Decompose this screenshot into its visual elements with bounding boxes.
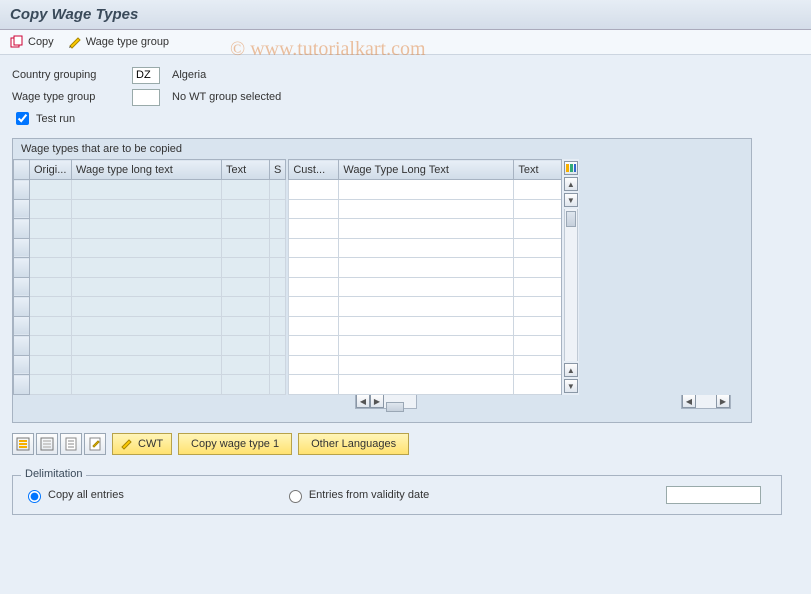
row-selector[interactable]: [14, 297, 30, 317]
toolbar: Copy Wage type group: [0, 30, 811, 55]
scroll-up-2-icon[interactable]: ▲: [564, 363, 578, 377]
country-grouping-label: Country grouping: [12, 69, 132, 81]
table-row[interactable]: [14, 219, 286, 239]
table-row[interactable]: [289, 258, 562, 278]
horizontal-scrollbar-right[interactable]: ◀ ▶: [681, 393, 731, 409]
table-row[interactable]: [14, 297, 286, 317]
validity-date-input[interactable]: [666, 486, 761, 504]
pencil-icon: [121, 438, 133, 450]
edit-page-button[interactable]: [84, 433, 106, 455]
row-selector[interactable]: [14, 180, 30, 200]
copy-wage-type-1-button[interactable]: Copy wage type 1: [178, 433, 292, 455]
hscroll-left-2-icon[interactable]: ◀: [682, 394, 696, 408]
table-row[interactable]: [289, 238, 562, 258]
table-caption: Wage types that are to be copied: [13, 139, 751, 159]
horizontal-scroll-row: ◀ ▶ ◀ ▶: [13, 393, 751, 411]
table-row[interactable]: [14, 180, 286, 200]
page-button[interactable]: [60, 433, 82, 455]
col-text[interactable]: Text: [222, 160, 270, 180]
col-cust[interactable]: Cust...: [289, 160, 339, 180]
table-row[interactable]: [289, 375, 562, 395]
row-selector[interactable]: [14, 336, 30, 356]
hscroll-left-icon[interactable]: ◀: [356, 394, 370, 408]
hscroll-right-icon[interactable]: ▶: [370, 394, 384, 408]
test-run-checkbox[interactable]: [16, 112, 29, 125]
copy-icon: [10, 35, 24, 49]
cwt-button-label: CWT: [138, 438, 163, 450]
table-row[interactable]: [14, 238, 286, 258]
pencil-icon: [68, 35, 82, 49]
table-row[interactable]: [289, 180, 562, 200]
delimitation-legend: Delimitation: [21, 468, 86, 480]
country-name-readout: Algeria: [172, 69, 206, 81]
copy-button[interactable]: Copy: [10, 35, 54, 49]
table-frame: Wage types that are to be copied Origi..…: [12, 138, 752, 423]
table-row[interactable]: [289, 355, 562, 375]
row-selector[interactable]: [14, 316, 30, 336]
col-s[interactable]: S: [270, 160, 286, 180]
row-selector[interactable]: [14, 258, 30, 278]
row-selector[interactable]: [14, 199, 30, 219]
copy-wage-type-1-label: Copy wage type 1: [191, 438, 279, 450]
table-row[interactable]: [289, 277, 562, 297]
table-row[interactable]: [14, 258, 286, 278]
scroll-down-2-icon[interactable]: ▼: [564, 379, 578, 393]
vertical-scrollbar[interactable]: ▲ ▼ ▲ ▼: [561, 159, 579, 395]
button-row: CWT Copy wage type 1 Other Languages: [12, 433, 799, 455]
hscroll-right-2-icon[interactable]: ▶: [716, 394, 730, 408]
right-grid: Cust... Wage Type Long Text Text: [288, 159, 562, 395]
row-selector[interactable]: [14, 219, 30, 239]
scroll-down-icon[interactable]: ▼: [564, 193, 578, 207]
row-selector[interactable]: [14, 238, 30, 258]
country-grouping-input[interactable]: [132, 67, 160, 84]
scroll-up-icon[interactable]: ▲: [564, 177, 578, 191]
table-config-icon[interactable]: [564, 161, 578, 175]
entries-from-date-label: Entries from validity date: [309, 489, 429, 501]
delimitation-group: Delimitation Copy all entries Entries fr…: [12, 475, 782, 515]
cwt-button[interactable]: CWT: [112, 433, 172, 455]
wage-type-group-readout: No WT group selected: [172, 91, 281, 103]
col-text-2[interactable]: Text: [514, 160, 562, 180]
wage-type-group-input[interactable]: [132, 89, 160, 106]
row-selector-header[interactable]: [14, 160, 30, 180]
test-run-label: Test run: [36, 113, 75, 125]
table-row[interactable]: [14, 355, 286, 375]
horizontal-scrollbar-left[interactable]: ◀ ▶: [355, 393, 417, 409]
row-selector[interactable]: [14, 375, 30, 395]
copy-all-entries-label: Copy all entries: [48, 489, 124, 501]
col-wt-long-text[interactable]: Wage type long text: [72, 160, 222, 180]
table-row[interactable]: [289, 219, 562, 239]
table-row[interactable]: [289, 336, 562, 356]
main-area: Country grouping Algeria Wage type group…: [0, 55, 811, 461]
table-row[interactable]: [14, 199, 286, 219]
page-title: Copy Wage Types: [0, 0, 811, 30]
entries-from-date-radio[interactable]: [289, 490, 302, 503]
wage-type-group-button[interactable]: Wage type group: [68, 35, 169, 49]
col-origi[interactable]: Origi...: [30, 160, 72, 180]
col-wt-long-text-2[interactable]: Wage Type Long Text: [339, 160, 514, 180]
table-row[interactable]: [289, 297, 562, 317]
copy-button-label: Copy: [28, 36, 54, 48]
scroll-thumb[interactable]: [566, 211, 576, 227]
row-selector[interactable]: [14, 355, 30, 375]
scroll-track[interactable]: [564, 209, 578, 361]
hscroll-thumb[interactable]: [386, 402, 404, 412]
row-selector[interactable]: [14, 277, 30, 297]
table-row[interactable]: [14, 316, 286, 336]
deselect-all-button[interactable]: [36, 433, 58, 455]
other-languages-label: Other Languages: [311, 438, 396, 450]
copy-all-entries-radio[interactable]: [28, 490, 41, 503]
other-languages-button[interactable]: Other Languages: [298, 433, 409, 455]
table-row[interactable]: [14, 375, 286, 395]
wage-type-group-form-label: Wage type group: [12, 91, 132, 103]
table-row[interactable]: [14, 336, 286, 356]
table-row[interactable]: [289, 199, 562, 219]
wage-type-group-label: Wage type group: [86, 36, 169, 48]
table-row[interactable]: [14, 277, 286, 297]
select-all-button[interactable]: [12, 433, 34, 455]
left-grid: Origi... Wage type long text Text S: [13, 159, 286, 395]
table-row[interactable]: [289, 316, 562, 336]
